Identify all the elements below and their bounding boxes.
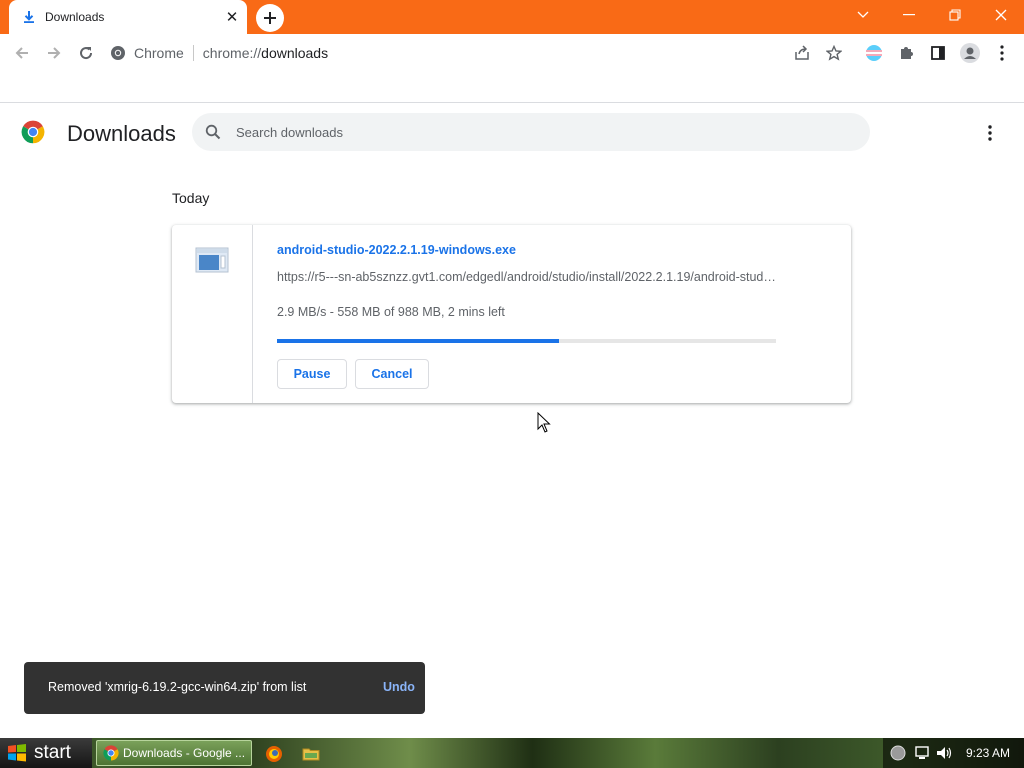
chevron-down-icon bbox=[857, 11, 869, 18]
tab-title: Downloads bbox=[45, 10, 105, 24]
back-button[interactable] bbox=[10, 41, 34, 65]
tab-search-button[interactable] bbox=[840, 0, 886, 30]
bookmark-star-button[interactable] bbox=[824, 43, 844, 63]
forward-button[interactable] bbox=[42, 41, 66, 65]
site-label: Chrome bbox=[134, 45, 184, 61]
page-title: Downloads bbox=[67, 121, 176, 146]
search-input[interactable] bbox=[236, 122, 836, 142]
start-label: start bbox=[34, 742, 71, 763]
share-icon bbox=[795, 45, 809, 60]
tab-downloads[interactable]: Downloads ✕ bbox=[9, 0, 247, 34]
omnibox-divider bbox=[192, 45, 194, 61]
taskbar-chrome-window[interactable]: Downloads - Google ... bbox=[96, 740, 252, 766]
extensions-button[interactable] bbox=[896, 43, 916, 63]
download-icon bbox=[24, 11, 34, 23]
pause-button[interactable]: Pause bbox=[277, 359, 347, 389]
flag-extension-icon bbox=[866, 45, 882, 61]
plus-icon bbox=[264, 12, 276, 24]
download-progress-fill bbox=[277, 339, 559, 343]
side-panel-button[interactable] bbox=[928, 43, 948, 63]
close-window-button[interactable] bbox=[978, 0, 1024, 30]
side-panel-icon bbox=[931, 46, 945, 60]
downloads-header: Downloads bbox=[0, 103, 1024, 161]
url-text[interactable]: chrome://downloads bbox=[203, 45, 328, 61]
mouse-cursor-icon bbox=[537, 412, 551, 433]
share-button[interactable] bbox=[792, 43, 812, 63]
chrome-logo-icon bbox=[21, 120, 45, 144]
minimize-button[interactable] bbox=[886, 0, 932, 30]
chrome-site-icon bbox=[111, 46, 125, 60]
new-tab-button[interactable] bbox=[256, 4, 284, 32]
arrow-right-icon bbox=[48, 47, 61, 59]
volume-icon[interactable] bbox=[936, 745, 954, 761]
browser-toolbar: Chrome chrome://downloads bbox=[0, 34, 1024, 72]
restore-icon bbox=[949, 9, 961, 21]
taskbar-window-label: Downloads - Google ... bbox=[123, 746, 245, 760]
undo-button[interactable]: Undo bbox=[383, 680, 415, 694]
bookmarks-bar bbox=[0, 72, 1024, 103]
network-globe-icon[interactable] bbox=[890, 745, 906, 761]
cancel-button[interactable]: Cancel bbox=[355, 359, 429, 389]
arrow-left-icon bbox=[15, 47, 28, 59]
display-icon[interactable] bbox=[914, 745, 930, 761]
kebab-menu-icon bbox=[1000, 45, 1004, 61]
folder-icon[interactable] bbox=[302, 745, 320, 763]
browser-menu-button[interactable] bbox=[992, 43, 1012, 63]
title-bar: Downloads ✕ bbox=[0, 0, 1024, 34]
clock[interactable]: 9:23 AM bbox=[966, 746, 1010, 760]
reload-icon bbox=[80, 47, 93, 60]
download-item: android-studio-2022.2.1.19-windows.exe h… bbox=[172, 225, 851, 403]
minimize-icon bbox=[903, 14, 915, 16]
puzzle-icon bbox=[901, 47, 913, 59]
download-progress-bar bbox=[277, 339, 776, 343]
windows-logo-icon bbox=[8, 744, 26, 762]
downloads-menu-button[interactable] bbox=[978, 121, 1002, 145]
search-icon bbox=[205, 124, 221, 140]
start-button[interactable]: start bbox=[0, 738, 92, 768]
removed-toast: Removed 'xmrig-6.19.2-gcc-win64.zip' fro… bbox=[24, 662, 425, 714]
chrome-taskbar-icon bbox=[103, 745, 119, 761]
kebab-menu-icon bbox=[988, 125, 992, 141]
taskbar: start Downloads - Google ... 9:23 AM bbox=[0, 738, 1024, 768]
exe-file-icon bbox=[195, 247, 229, 273]
restore-button[interactable] bbox=[932, 0, 978, 30]
download-status: 2.9 MB/s - 558 MB of 988 MB, 2 mins left bbox=[277, 305, 505, 319]
reload-button[interactable] bbox=[74, 41, 98, 65]
download-filename-link[interactable]: android-studio-2022.2.1.19-windows.exe bbox=[277, 243, 516, 257]
file-icon-column bbox=[172, 225, 253, 403]
toast-message: Removed 'xmrig-6.19.2-gcc-win64.zip' fro… bbox=[48, 680, 307, 694]
close-icon bbox=[995, 9, 1007, 21]
star-icon bbox=[826, 45, 842, 61]
date-section-label: Today bbox=[172, 190, 210, 206]
tab-close-icon[interactable]: ✕ bbox=[221, 6, 243, 28]
extension-button[interactable] bbox=[864, 43, 884, 63]
profile-icon bbox=[960, 43, 980, 63]
address-bar[interactable]: Chrome chrome://downloads bbox=[110, 39, 850, 67]
search-box[interactable] bbox=[192, 113, 870, 151]
firefox-icon[interactable] bbox=[265, 745, 283, 763]
download-source-url[interactable]: https://r5---sn-ab5sznzz.gvt1.com/edgedl… bbox=[277, 270, 777, 284]
profile-button[interactable] bbox=[960, 43, 980, 63]
